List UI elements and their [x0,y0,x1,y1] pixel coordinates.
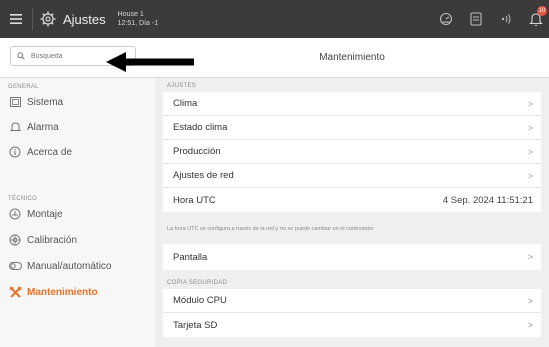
utc-value: 4 Sep. 2024 11:51:21 [442,194,533,206]
document-icon[interactable] [463,0,489,38]
group-label-tecnico: TÉCNICO [8,196,38,202]
bell-icon[interactable]: 10 [523,0,549,38]
row-estado-clima[interactable]: Estado clima > [163,116,541,140]
row-label: Estado clima [173,122,228,133]
row-tarjeta-sd[interactable]: Tarjeta SD > [163,313,541,337]
signal-icon[interactable] [493,0,519,38]
sidebar-item-label: Manual/automático [27,260,112,272]
dashboard-icon[interactable] [433,0,459,38]
page-title: Mantenimiento [319,52,385,63]
alarm-bell-icon [8,120,22,134]
chevron-right-icon: > [527,146,533,157]
sidebar-item-label: Calibración [27,234,78,246]
row-modulo-cpu[interactable]: Módulo CPU > [163,289,541,313]
mount-icon [8,207,22,221]
chevron-right-icon: > [527,170,533,181]
group-label-general: GENERAL [8,84,39,90]
main-content: AJUSTES Clima > Estado clima > Producció… [155,78,549,347]
sidebar-item-label: Sistema [27,96,64,108]
menu-icon[interactable] [4,0,28,38]
section-label-copia-seguridad: COPIA SEGURIDAD [167,280,228,286]
app-title: Ajustes [63,11,106,27]
arrow-annotation-icon [106,52,194,72]
row-clima[interactable]: Clima > [163,92,541,116]
row-pantalla[interactable]: Pantalla > [163,244,541,270]
row-produccion[interactable]: Producción > [163,140,541,164]
chevron-right-icon: > [527,122,533,133]
row-label: Tarjeta SD [173,319,218,331]
calibration-icon [8,233,22,247]
sidebar-item-label: Mantenimiento [27,286,98,298]
row-label: Clima [173,98,198,109]
house-name: House 1 [117,11,144,18]
pantalla-card: Pantalla > [163,244,541,270]
row-ajustes-de-red[interactable]: Ajustes de red > [163,164,541,188]
chevron-right-icon: > [527,252,533,262]
row-label: Ajustes de red [173,170,234,181]
notification-badge: 10 [537,6,547,16]
backup-card: Módulo CPU > Tarjeta SD > [163,289,541,337]
sidebar-item-label: Acerca de [27,146,73,158]
sidebar-item-manual-automatico[interactable]: Manual/automático [8,256,112,276]
subheader: Mantenimiento [0,38,549,78]
sidebar-item-montaje[interactable]: Montaje [8,204,63,224]
sidebar: GENERAL Sistema Alarma Acerca de TÉCNICO… [0,78,155,347]
sidebar-item-label: Alarma [27,121,59,133]
search-icon [17,52,25,60]
sidebar-item-alarma[interactable]: Alarma [8,117,59,137]
row-label: Producción [173,146,221,157]
toggle-icon [8,259,22,273]
chevron-right-icon: > [527,98,533,109]
tools-icon [8,285,22,299]
top-bar: Ajustes House 1 12:51, Día -1 10 [0,0,549,38]
sidebar-item-acerca-de[interactable]: Acerca de [8,142,72,162]
sidebar-item-label: Montaje [27,208,63,220]
chevron-right-icon: > [527,295,533,306]
row-label: Módulo CPU [173,295,227,306]
chevron-right-icon: > [527,320,533,330]
ajustes-card: Clima > Estado clima > Producción > Ajus… [163,92,541,212]
gear-icon [39,10,57,28]
sidebar-item-calibracion[interactable]: Calibración [8,230,77,250]
utc-note: La hora UTC se configura a través de la … [167,226,374,232]
house-info[interactable]: House 1 12:51, Día -1 [118,10,158,28]
row-label: Pantalla [173,251,208,263]
sidebar-item-sistema[interactable]: Sistema [8,92,63,112]
row-hora-utc: Hora UTC 4 Sep. 2024 11:51:21 [163,188,541,212]
house-time: 12:51, Día -1 [117,20,159,27]
row-label: Hora UTC [173,194,216,206]
sidebar-item-mantenimiento[interactable]: Mantenimiento [8,282,98,302]
divider [32,8,33,30]
system-icon [8,95,22,109]
section-label-ajustes: AJUSTES [167,83,197,89]
info-icon [8,145,22,159]
